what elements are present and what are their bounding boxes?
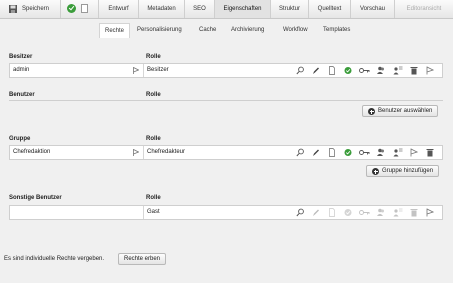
floppy-disk-icon: [9, 5, 17, 13]
tab-seo[interactable]: SEO: [185, 0, 215, 18]
save-button[interactable]: Speichern: [0, 0, 61, 18]
subtab-workflow[interactable]: Workflow: [283, 23, 308, 38]
main-toolbar: Speichern Entwurf Metadaten SEO Eigensch…: [0, 0, 453, 19]
gruppe-header: Gruppe: [9, 136, 31, 142]
pencil-icon: [313, 209, 319, 216]
subtab-rechte[interactable]: Rechte: [99, 23, 131, 38]
users-icon[interactable]: [377, 148, 385, 157]
tab-editoransicht: Editoransicht: [406, 6, 442, 12]
besitzer-user: admin: [13, 67, 30, 73]
search-icon[interactable]: [296, 148, 304, 157]
besitzer-header: Besitzer: [9, 54, 33, 60]
inherit-rights-button[interactable]: Rechte erben: [118, 253, 167, 265]
gruppe-row: Chefredaktion Chefredakteur: [9, 145, 443, 160]
add-group-button[interactable]: Gruppe hinzufügen: [366, 165, 440, 177]
gruppe-role-header: Rolle: [146, 136, 161, 142]
flag-icon[interactable]: [426, 66, 434, 75]
save-label: Speichern: [22, 6, 50, 12]
column-divider: [143, 146, 144, 159]
add-group-label: Gruppe hinzufügen: [382, 168, 434, 174]
tab-quelltext[interactable]: Quelltext: [309, 0, 351, 18]
besitzer-role: Besitzer: [147, 67, 169, 73]
besitzer-role-header: Rolle: [146, 54, 161, 60]
trash-icon[interactable]: [410, 66, 418, 75]
gruppe-role: Chefredakteur: [147, 149, 186, 155]
subtab-personalisierung[interactable]: Personalisierung: [137, 23, 182, 38]
subtab-archivierung[interactable]: Archivierung: [231, 23, 264, 38]
select-users-label: Benutzer auswählen: [378, 108, 433, 114]
tab-vorschau[interactable]: Vorschau: [351, 0, 395, 18]
tab-struktur[interactable]: Struktur: [271, 0, 309, 18]
flag-icon[interactable]: [410, 148, 418, 157]
page-icon[interactable]: [328, 148, 336, 157]
users-icon[interactable]: [377, 66, 385, 75]
pencil-icon[interactable]: [312, 148, 320, 157]
select-flag-icon[interactable]: [133, 67, 139, 74]
select-flag-icon[interactable]: [133, 149, 139, 156]
permission-icons: [293, 206, 443, 219]
users-icon: [377, 208, 384, 216]
page-icon[interactable]: [328, 66, 336, 75]
tab-eigenschaften[interactable]: Eigenschaften: [215, 0, 271, 18]
flag-icon[interactable]: [426, 208, 434, 217]
column-divider: [143, 64, 144, 77]
page-icon: [329, 208, 335, 217]
status-controls[interactable]: [61, 0, 99, 18]
sonstige-row: Gast: [9, 205, 443, 220]
key-icon[interactable]: [359, 148, 370, 157]
benutzer-header: Benutzer: [9, 92, 35, 98]
trash-icon[interactable]: [426, 148, 434, 157]
check-circle-icon: [344, 209, 352, 216]
subtab-cache[interactable]: Cache: [199, 23, 216, 38]
tab-entwurf[interactable]: Entwurf: [99, 0, 139, 18]
rights-status-text: Es sind individuelle Rechte vergeben.: [4, 256, 105, 262]
column-divider: [143, 206, 144, 219]
sub-navigation: Rechte Personalisierung Cache Archivieru…: [0, 21, 453, 39]
permission-icons: [293, 146, 443, 159]
search-icon[interactable]: [296, 208, 304, 217]
sonstige-role-header: Rolle: [146, 195, 161, 201]
sonstige-role: Gast: [147, 209, 160, 215]
select-users-button[interactable]: Benutzer auswählen: [362, 105, 439, 117]
search-icon[interactable]: [296, 66, 304, 75]
section-separator: [9, 100, 443, 101]
user-inherit-icon[interactable]: [393, 66, 403, 75]
sonstige-user: [13, 206, 133, 219]
besitzer-row: admin Besitzer: [9, 63, 443, 78]
subtab-templates[interactable]: Templates: [323, 23, 350, 38]
pencil-icon[interactable]: [312, 66, 320, 75]
tab-metadaten[interactable]: Metadaten: [139, 0, 185, 18]
sonstige-header: Sonstige Benutzer: [9, 195, 62, 201]
user-inherit-icon[interactable]: [393, 148, 403, 157]
user-inherit-icon: [393, 208, 403, 217]
add-icon: [368, 108, 375, 115]
key-icon: [359, 210, 370, 215]
benutzer-role-header: Rolle: [146, 92, 161, 98]
gruppe-name: Chefredaktion: [13, 149, 51, 155]
permission-icons: [293, 64, 443, 77]
check-circle-icon[interactable]: [344, 148, 352, 157]
check-circle-icon[interactable]: [67, 4, 76, 13]
add-icon: [372, 168, 379, 175]
trash-icon: [410, 209, 418, 217]
key-icon[interactable]: [359, 66, 370, 75]
check-circle-icon[interactable]: [344, 66, 352, 75]
document-icon[interactable]: [81, 4, 88, 13]
